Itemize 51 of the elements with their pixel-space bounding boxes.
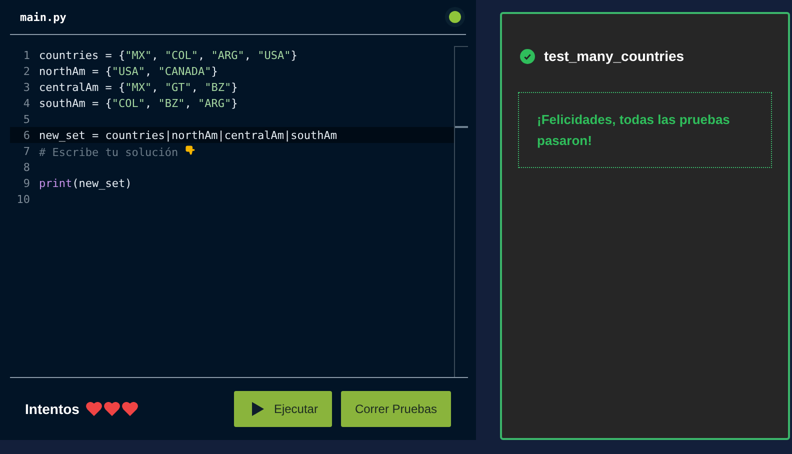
line-number: 3 xyxy=(22,80,30,94)
code-text: (new_set) xyxy=(72,176,132,190)
code-text: , xyxy=(152,80,160,94)
code-text: # Escribe tu solución xyxy=(39,146,178,158)
line-number: 2 xyxy=(22,64,30,78)
line-number: 1 xyxy=(22,48,30,62)
test-name: test_many_countries xyxy=(544,48,684,64)
pointing-hand-icon xyxy=(184,144,196,156)
code-text: } xyxy=(231,96,238,110)
code-text: , xyxy=(191,80,199,94)
code-text: "USA" xyxy=(112,64,145,78)
code-text: , xyxy=(144,96,153,110)
file-name: main.py xyxy=(20,10,66,24)
code-text: "COL" xyxy=(164,48,198,62)
action-button[interactable]: Correr Pruebas xyxy=(340,391,451,427)
code-text: new_set = countries|northAm|centralAm|southAm xyxy=(39,128,338,142)
code-text: "BZ" xyxy=(158,96,185,110)
code-text: , xyxy=(244,48,252,62)
line-number: 4 xyxy=(22,96,30,110)
code-text: , xyxy=(152,48,160,62)
line-number: 6 xyxy=(22,128,30,142)
code-text: "ARG" xyxy=(211,48,244,62)
code-text: , xyxy=(198,48,206,62)
status-dot xyxy=(449,11,461,23)
code-text: centralAm = { xyxy=(39,80,126,94)
code-text: "ARG" xyxy=(198,96,232,110)
attempts-label: Intentos xyxy=(25,401,80,417)
action-button[interactable]: Ejecutar xyxy=(234,391,332,427)
code-text: , xyxy=(184,96,192,110)
code-text: "MX" xyxy=(125,80,152,94)
code-text: } xyxy=(211,64,218,78)
code-text: "CANADA" xyxy=(158,64,212,78)
code-text: "GT" xyxy=(164,80,192,94)
success-message: ¡Felicidades, todas las pruebas pasaron! xyxy=(518,92,772,168)
code-text: , xyxy=(144,64,153,78)
code-text: "COL" xyxy=(112,96,145,110)
code-text: countries = { xyxy=(39,48,126,62)
code-text: "BZ" xyxy=(204,80,232,94)
code-text: "USA" xyxy=(258,48,291,62)
line-number: 8 xyxy=(22,160,30,174)
code-text: } xyxy=(231,80,238,94)
code-text: "MX" xyxy=(125,48,152,62)
code-text: southAm = { xyxy=(39,96,112,110)
code-text: northAm = { xyxy=(39,64,112,78)
line-number: 9 xyxy=(22,176,30,190)
play-icon xyxy=(252,402,264,416)
code-text: } xyxy=(290,48,298,62)
line-number: 10 xyxy=(16,192,30,206)
line-number: 5 xyxy=(22,112,30,126)
line-number: 7 xyxy=(22,144,30,158)
code-text: print xyxy=(39,176,72,190)
